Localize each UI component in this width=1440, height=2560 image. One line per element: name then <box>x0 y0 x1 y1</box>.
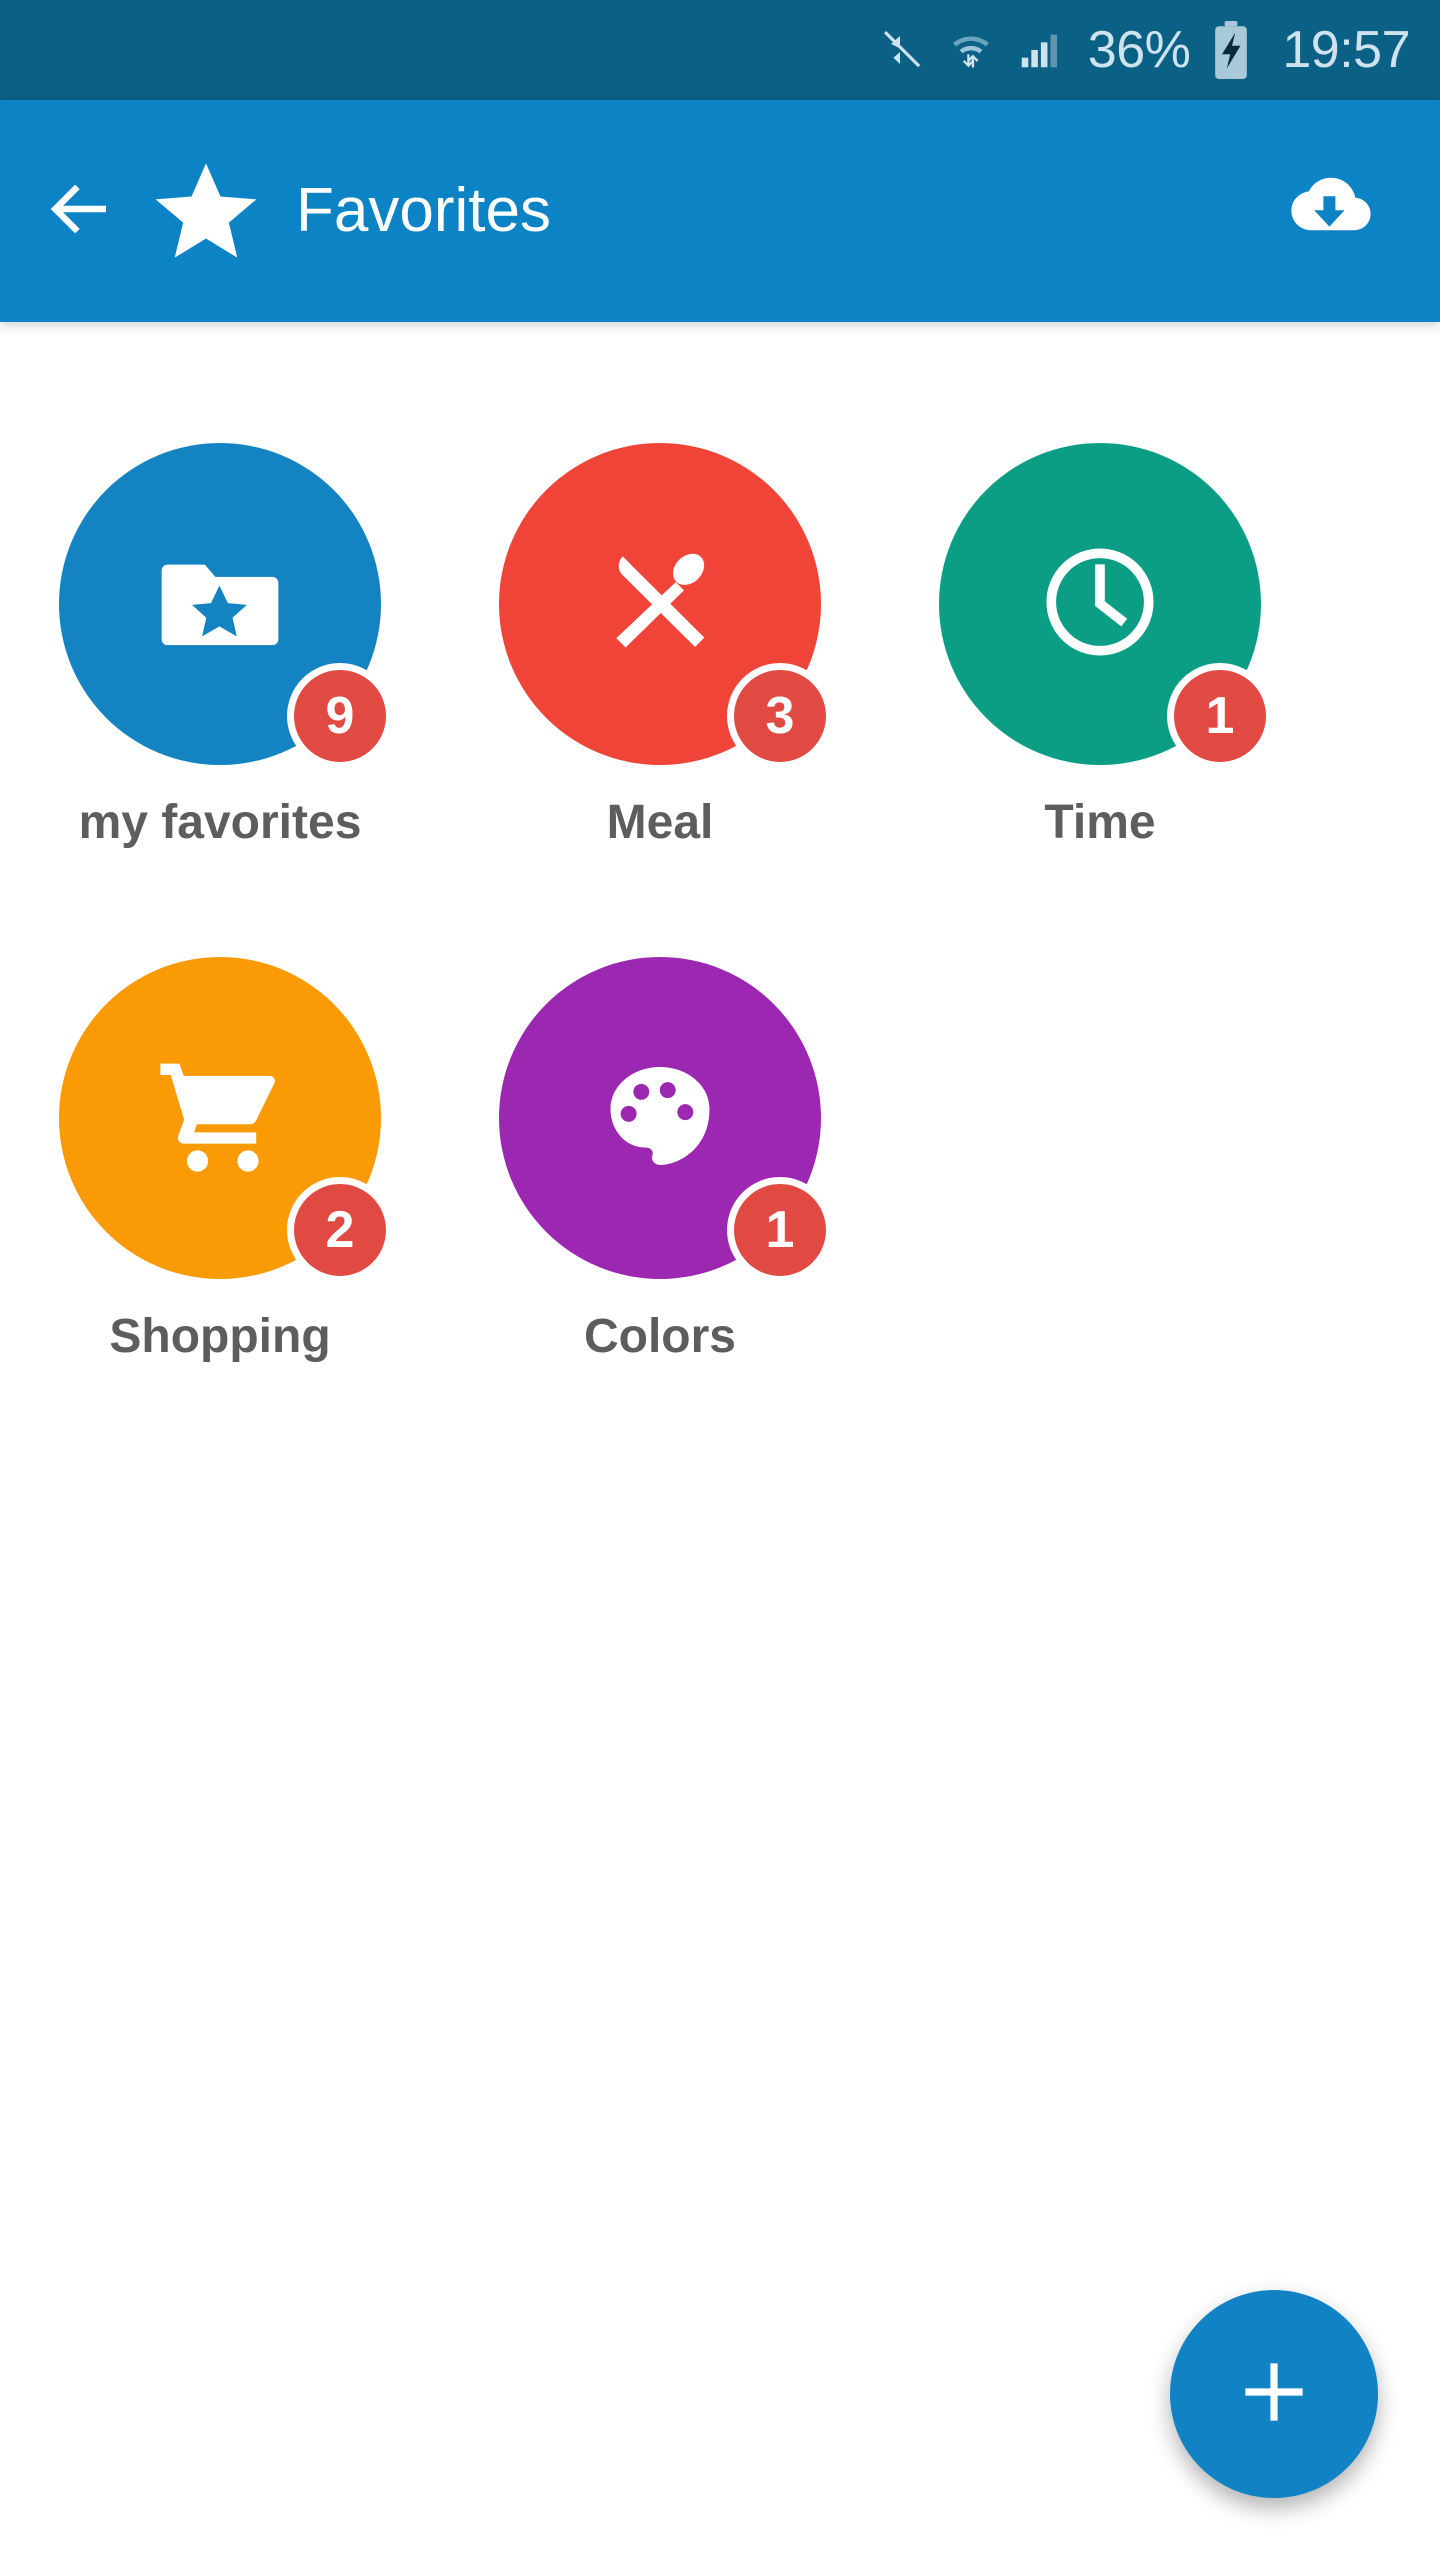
app-bar: Favorites <box>0 100 1440 322</box>
volume-mute-icon <box>878 26 926 74</box>
category-icon-wrapper: 1 <box>499 957 833 1283</box>
category-icon-wrapper: 1 <box>939 443 1273 769</box>
category-label: my favorites <box>78 796 362 849</box>
grid-item-colors[interactable]: 1 Colors <box>440 957 880 1361</box>
content-area: 9 my favorites 3 Meal 1 Time 2 Shopping … <box>0 322 1440 2560</box>
badge-count: 3 <box>727 663 833 769</box>
clock-icon <box>1032 534 1168 675</box>
plus-icon <box>1231 2349 1317 2440</box>
wifi-transfer-icon <box>946 25 996 75</box>
grid-item-meal[interactable]: 3 Meal <box>440 443 880 847</box>
status-bar: 36% 19:57 <box>0 0 1440 100</box>
category-label: Time <box>1044 796 1156 849</box>
badge-count: 1 <box>727 1177 833 1283</box>
badge-count: 1 <box>1167 663 1273 769</box>
category-label: Colors <box>583 1310 736 1363</box>
badge-count: 2 <box>287 1177 393 1283</box>
category-label: Meal <box>606 796 714 849</box>
download-button[interactable] <box>1274 156 1384 266</box>
arrow-left-icon <box>41 170 119 253</box>
category-label: Shopping <box>109 1310 331 1363</box>
cloud-download-icon <box>1281 161 1377 262</box>
shopping-cart-icon <box>147 1043 293 1194</box>
grid-item-my-favorites[interactable]: 9 my favorites <box>0 443 440 847</box>
status-bar-clock: 19:57 <box>1282 21 1410 79</box>
category-icon-wrapper: 2 <box>59 957 393 1283</box>
app-screen: 36% 19:57 Favorites 9 my favorites 3 Mea… <box>0 0 1440 2560</box>
category-icon-wrapper: 3 <box>499 443 833 769</box>
palette-icon <box>594 1050 726 1187</box>
back-button[interactable] <box>20 100 140 322</box>
cellular-signal-icon <box>1016 27 1062 73</box>
badge-count: 9 <box>287 663 393 769</box>
add-category-fab[interactable] <box>1170 2290 1378 2498</box>
star-icon <box>150 155 262 267</box>
battery-charging-icon <box>1210 21 1252 79</box>
category-icon-wrapper: 9 <box>59 443 393 769</box>
category-grid: 9 my favorites 3 Meal 1 Time 2 Shopping … <box>0 443 1440 1471</box>
page-title: Favorites <box>296 176 551 245</box>
cutlery-icon <box>590 532 730 677</box>
grid-item-time[interactable]: 1 Time <box>880 443 1320 847</box>
battery-percentage: 36% <box>1087 21 1191 79</box>
folder-star-icon <box>150 532 290 677</box>
grid-item-shopping[interactable]: 2 Shopping <box>0 957 440 1361</box>
